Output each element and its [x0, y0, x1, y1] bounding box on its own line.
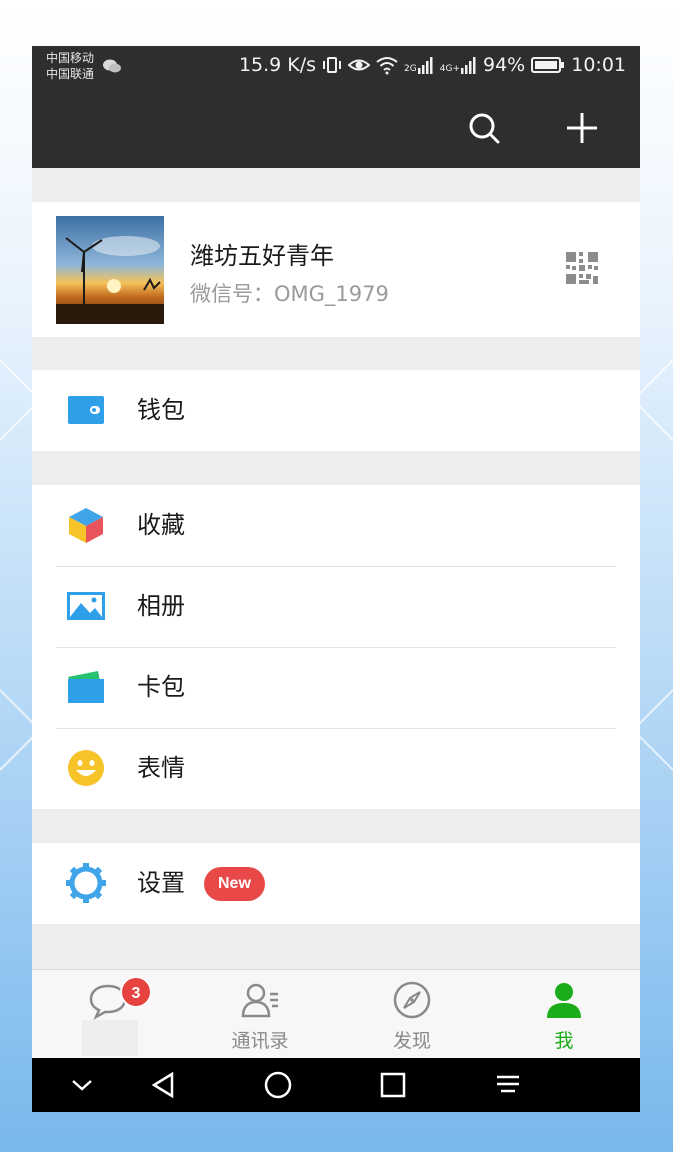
profile-wechat-id: 微信号：OMG_1979	[190, 282, 389, 306]
unread-count-badge: 3	[120, 976, 152, 1008]
vibrate-icon	[323, 57, 342, 73]
menu-item-stickers[interactable]: 表情	[32, 728, 640, 809]
carrier-info: 中国移动 中国联通	[46, 50, 94, 82]
notification-shade-icon[interactable]	[494, 1071, 522, 1099]
network-type-1: 2G	[404, 64, 417, 74]
menu-label-cards: 卡包	[137, 673, 185, 701]
eye-comfort-icon	[348, 59, 371, 71]
menu-label-stickers: 表情	[137, 754, 185, 782]
me-icon	[547, 983, 581, 1018]
gear-icon	[66, 863, 106, 903]
tab-me[interactable]: 我	[488, 970, 640, 1059]
carrier-1: 中国移动	[46, 51, 95, 65]
avatar[interactable]	[56, 216, 164, 324]
group-wallet: 钱包	[32, 370, 640, 451]
clock: 10:01	[571, 54, 626, 76]
menu-item-album[interactable]: 相册	[32, 566, 640, 647]
menu-label-album: 相册	[137, 592, 185, 620]
signal-bars-icon	[461, 57, 476, 74]
tab-label-discover: 发现	[392, 1030, 431, 1052]
wechat-notification-icon	[103, 59, 121, 73]
system-nav-bar	[32, 1058, 640, 1112]
title-bar	[32, 88, 640, 168]
plus-icon[interactable]	[562, 108, 602, 148]
menu-item-settings[interactable]: 设置 New	[32, 843, 640, 924]
tab-chats[interactable]: 3	[32, 970, 184, 1059]
menu-item-favorites[interactable]: 收藏	[32, 485, 640, 566]
qr-code-icon[interactable]	[566, 252, 598, 284]
contacts-icon	[241, 983, 278, 1018]
wallet-icon	[68, 396, 104, 424]
card-pack-icon	[68, 671, 104, 703]
profile-card[interactable]: 潍坊五好青年 微信号：OMG_1979	[32, 202, 640, 337]
collapse-chevron-icon[interactable]	[68, 1071, 96, 1099]
tab-contacts[interactable]: 通讯录	[184, 970, 336, 1059]
recent-apps-icon[interactable]	[379, 1071, 407, 1099]
tab-label-contacts: 通讯录	[231, 1030, 289, 1052]
menu-item-wallet[interactable]: 钱包	[32, 370, 640, 451]
chat-label-area	[82, 1020, 138, 1056]
group-collections: 收藏 相册 卡包 表情	[32, 485, 640, 809]
battery-percent: 94%	[483, 54, 526, 76]
wifi-icon	[376, 57, 398, 75]
bottom-tab-bar: 3 通讯录 发现 我	[32, 969, 640, 1058]
battery-icon	[531, 57, 565, 73]
menu-label-favorites: 收藏	[137, 511, 185, 539]
signal-2: 4G+	[440, 56, 477, 74]
group-settings: 设置 New	[32, 843, 640, 924]
network-speed: 15.9 K/s	[238, 54, 317, 76]
network-type-2: 4G+	[439, 64, 460, 74]
signal-1: 2G	[404, 56, 434, 74]
menu-label-wallet: 钱包	[137, 396, 185, 424]
tab-label-me: 我	[554, 1030, 574, 1052]
menu-label-settings: 设置	[137, 869, 185, 897]
cube-icon	[69, 508, 103, 543]
menu-item-cards[interactable]: 卡包	[32, 647, 640, 728]
home-icon[interactable]	[264, 1071, 292, 1099]
signal-bars-icon	[417, 57, 433, 74]
back-icon[interactable]	[150, 1071, 178, 1099]
photo-album-icon	[67, 592, 105, 620]
tab-discover[interactable]: 发现	[336, 970, 488, 1059]
search-icon[interactable]	[464, 108, 504, 148]
status-bar: 中国移动 中国联通 15.9 K/s 2G 4G+ 94% 10:01	[32, 46, 640, 88]
profile-nickname: 潍坊五好青年	[190, 242, 334, 270]
new-badge: New	[204, 867, 265, 901]
phone-screen: 中国移动 中国联通 15.9 K/s 2G 4G+ 94% 10:01 潍坊五好…	[32, 46, 640, 1112]
compass-icon	[393, 981, 431, 1019]
carrier-2: 中国联通	[46, 67, 95, 81]
smiley-icon	[68, 750, 104, 786]
status-icons: 15.9 K/s 2G 4G+ 94% 10:01	[239, 54, 626, 76]
